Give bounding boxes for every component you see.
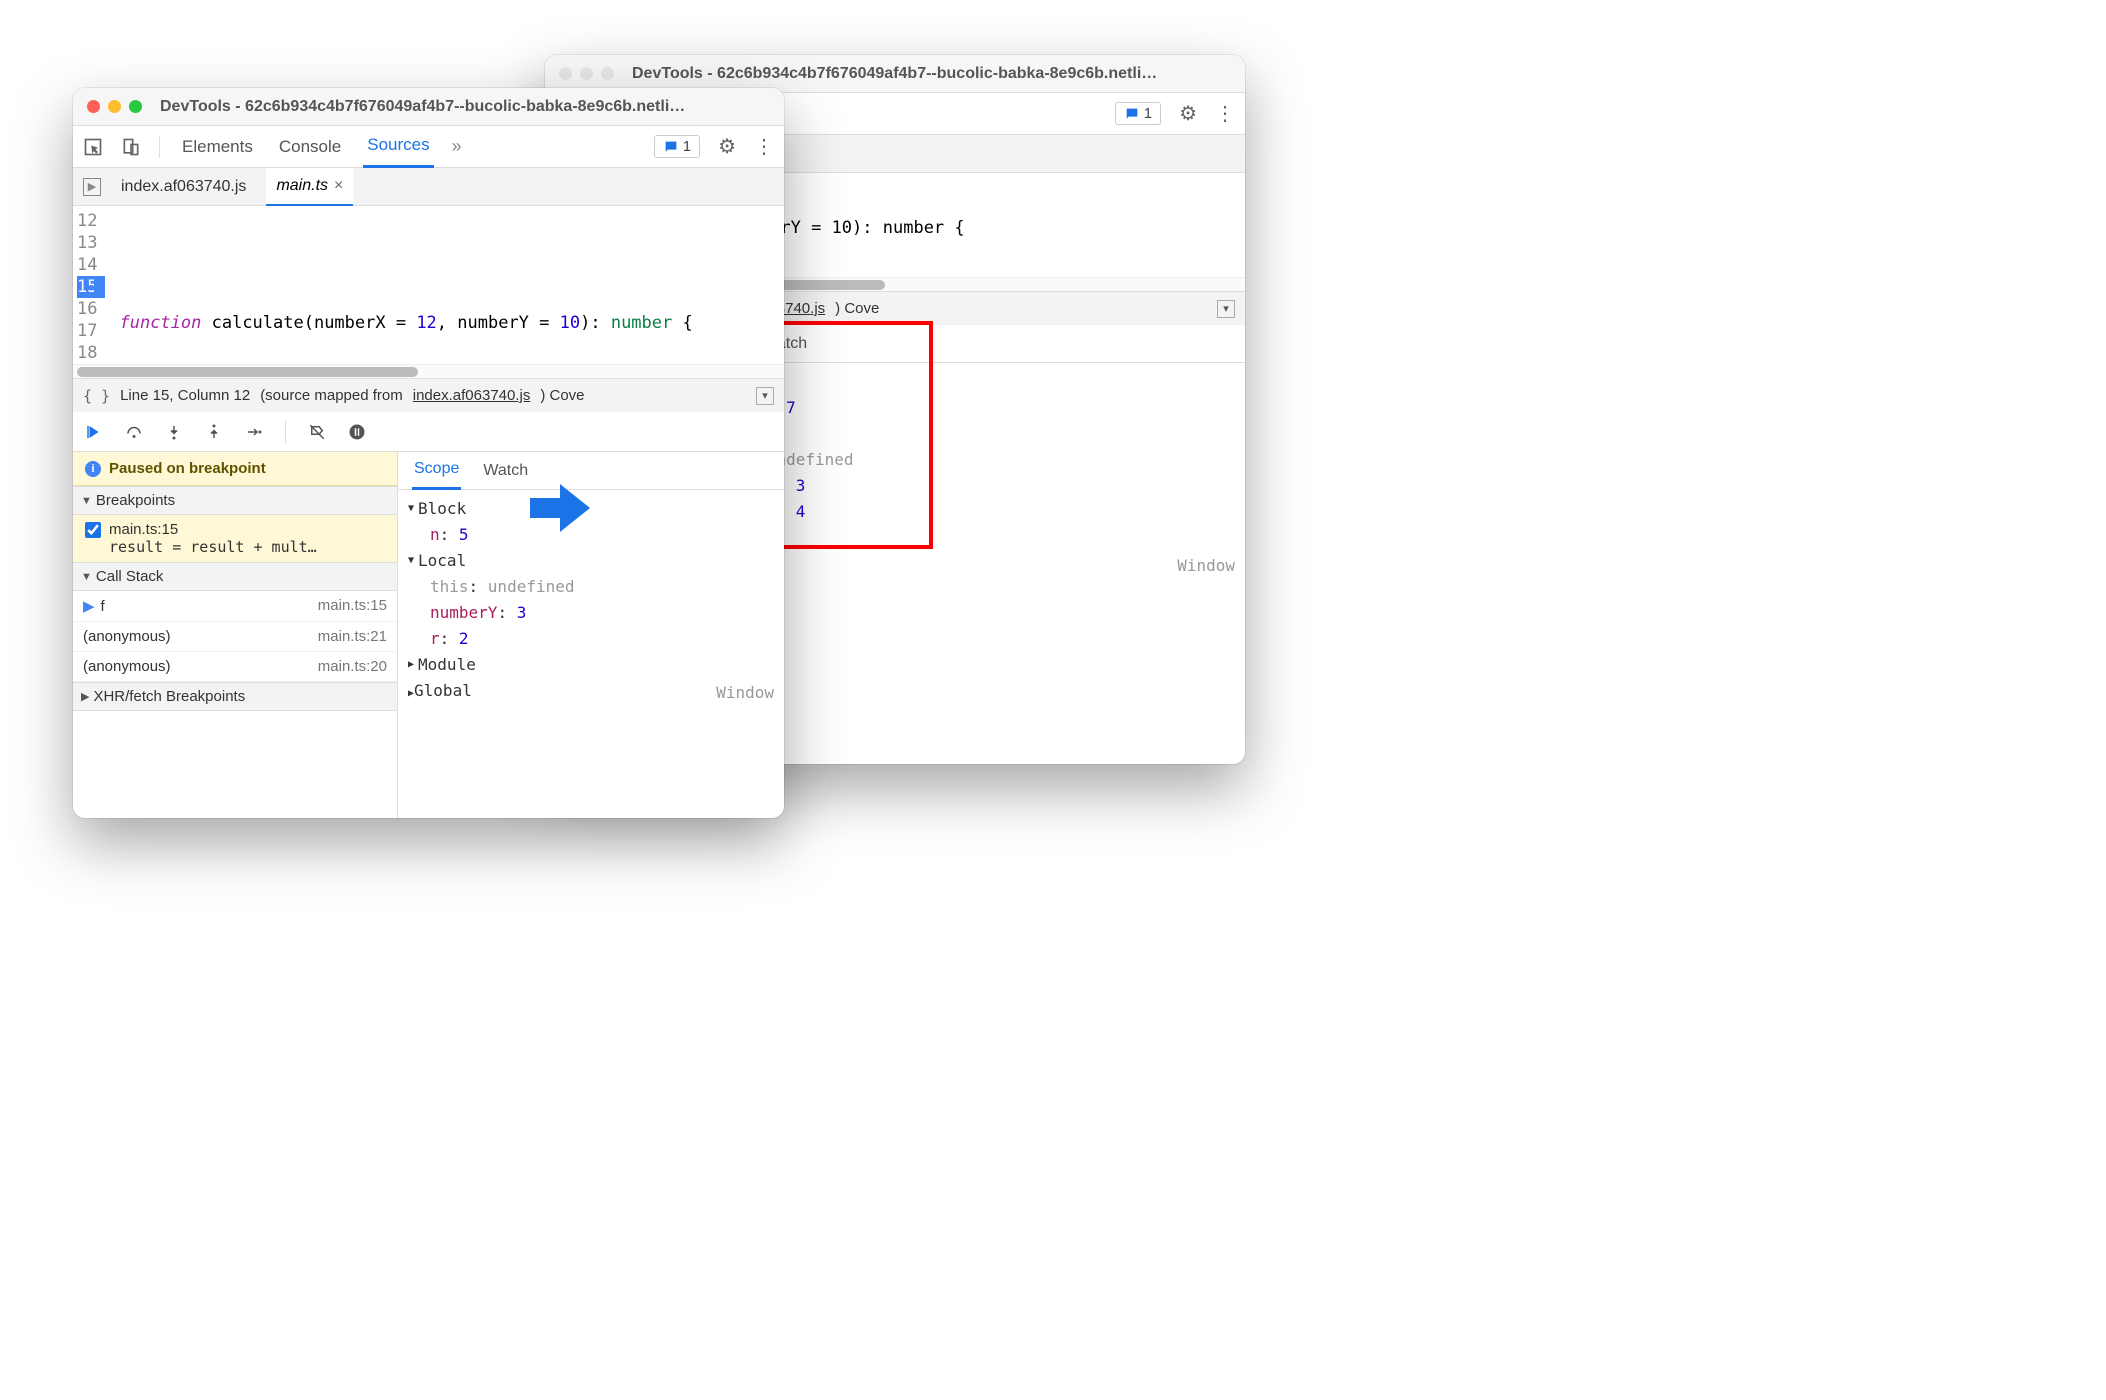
statusbar-dropdown-icon[interactable]: ▾ (756, 387, 774, 405)
tab-watch[interactable]: Watch (481, 452, 530, 490)
resume-icon[interactable] (85, 423, 103, 441)
titlebar-front: DevTools - 62c6b934c4b7f676049af4b7--buc… (73, 88, 784, 126)
tab-scope[interactable]: Scope (412, 452, 461, 490)
info-icon: i (85, 461, 101, 477)
tab-console[interactable]: Console (275, 126, 345, 168)
pause-exceptions-icon[interactable] (348, 423, 366, 441)
scope-tabs: Scope Watch (398, 452, 784, 490)
scope-block[interactable]: ▼Block (408, 496, 774, 522)
right-pane: Scope Watch ▼Block n: 5 ▼Local this: und… (398, 452, 784, 818)
devtools-window-front: DevTools - 62c6b934c4b7f676049af4b7--buc… (73, 88, 784, 818)
code-lines[interactable]: function calculate(numberX = 12, numberY… (105, 206, 784, 364)
tab-sources[interactable]: Sources (363, 126, 433, 168)
step-into-icon[interactable] (165, 423, 183, 441)
bp-checkbox[interactable] (85, 522, 101, 538)
deactivate-bp-icon[interactable] (308, 423, 326, 441)
debug-toolbar (73, 412, 784, 452)
gear-icon[interactable]: ⚙ (718, 134, 736, 159)
sourcemap-link[interactable]: index.af063740.js (413, 387, 531, 404)
traffic-red[interactable] (559, 67, 572, 80)
debug-split: iPaused on breakpoint ▼Breakpoints main.… (73, 452, 784, 818)
statusbar-front: { } Line 15, Column 12 (source mapped fr… (73, 378, 784, 412)
window-title: DevTools - 62c6b934c4b7f676049af4b7--buc… (160, 98, 685, 116)
kebab-icon[interactable]: ⋮ (1215, 101, 1235, 126)
breakpoint-marker: 15 (77, 276, 105, 298)
tabs-overflow-icon[interactable]: » (452, 136, 462, 157)
callstack-frame[interactable]: ▶fmain.ts:15 (73, 591, 397, 622)
window-title: DevTools - 62c6b934c4b7f676049af4b7--buc… (632, 65, 1157, 83)
inspect-icon[interactable] (83, 137, 103, 157)
braces-icon[interactable]: { } (83, 387, 110, 405)
file-tab-main[interactable]: main.ts× (266, 168, 353, 206)
close-icon[interactable]: × (334, 177, 343, 195)
section-callstack[interactable]: ▼Call Stack (73, 562, 397, 591)
gear-icon[interactable]: ⚙ (1179, 101, 1197, 126)
hscrollbar[interactable] (73, 364, 784, 378)
file-tabs-front: ▶ index.af063740.js main.ts× (73, 168, 784, 206)
scope-global[interactable]: ▶GlobalWindow (408, 678, 774, 707)
line-gutter[interactable]: 12 13 14 15 16 17 18 (73, 206, 105, 364)
navigator-icon[interactable]: ▶ (83, 178, 101, 196)
breakpoint-item[interactable]: main.ts:15 result = result + mult… (73, 515, 397, 562)
section-breakpoints[interactable]: ▼Breakpoints (73, 486, 397, 515)
section-xhr[interactable]: ▶XHR/fetch Breakpoints (73, 682, 397, 711)
traffic-yellow[interactable] (108, 100, 121, 113)
cursor-position: Line 15, Column 12 (120, 387, 250, 404)
traffic-green[interactable] (601, 67, 614, 80)
scope-body-front: ▼Block n: 5 ▼Local this: undefined numbe… (398, 490, 784, 713)
file-tab-index[interactable]: index.af063740.js (119, 168, 248, 206)
code-area-front: 12 13 14 15 16 17 18 function calculate(… (73, 206, 784, 364)
main-tabs-front: Elements Console Sources » 1 ⚙ ⋮ (73, 126, 784, 168)
messages-badge[interactable]: 1 (654, 135, 700, 158)
step-icon[interactable] (245, 423, 263, 441)
device-icon[interactable] (121, 137, 141, 157)
left-pane: iPaused on breakpoint ▼Breakpoints main.… (73, 452, 398, 818)
step-out-icon[interactable] (205, 423, 223, 441)
traffic-green[interactable] (129, 100, 142, 113)
scope-module[interactable]: ▶Module (408, 652, 774, 678)
big-arrow-icon (530, 480, 590, 536)
step-over-icon[interactable] (125, 423, 143, 441)
traffic-red[interactable] (87, 100, 100, 113)
tab-elements[interactable]: Elements (178, 126, 257, 168)
messages-badge[interactable]: 1 (1115, 102, 1161, 125)
paused-banner: iPaused on breakpoint (73, 452, 397, 486)
traffic-yellow[interactable] (580, 67, 593, 80)
scope-local[interactable]: ▼Local (408, 548, 774, 574)
kebab-icon[interactable]: ⋮ (754, 134, 774, 159)
callstack-frame[interactable]: (anonymous)main.ts:21 (73, 622, 397, 652)
statusbar-dropdown-icon[interactable]: ▾ (1217, 300, 1235, 318)
callstack-frame[interactable]: (anonymous)main.ts:20 (73, 652, 397, 682)
